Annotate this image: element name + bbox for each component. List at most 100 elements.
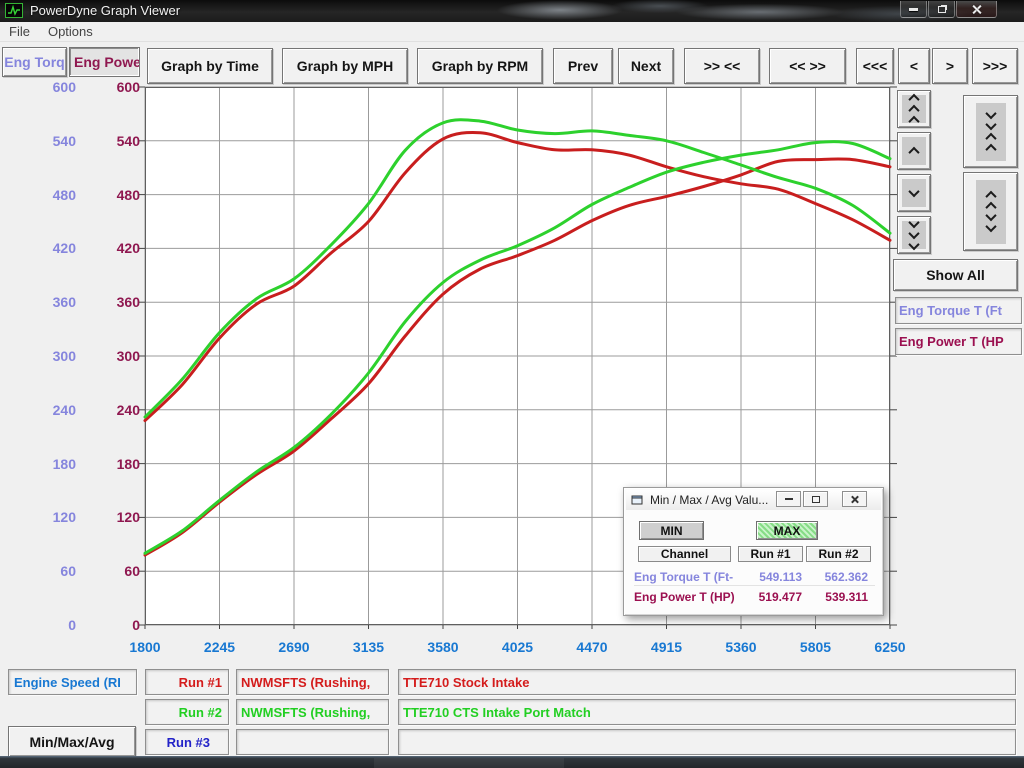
chevron-down-icon — [902, 179, 926, 207]
run2-description: TTE710 CTS Intake Port Match — [398, 699, 1016, 725]
minmax-close-button[interactable] — [842, 491, 867, 507]
minmax-row-torque: Eng Torque T (Ft- 549.113 562.362 — [634, 568, 875, 586]
run2-source: NWMSFTS (Rushing, — [236, 699, 389, 725]
x-tick-label: 4025 — [488, 639, 548, 655]
y-zoom-in-button[interactable] — [963, 95, 1018, 168]
minimize-button[interactable] — [900, 1, 927, 18]
next-button[interactable]: Next — [618, 48, 674, 84]
minmaxavg-button[interactable]: Min/Max/Avg — [8, 726, 136, 757]
y-tick-label: 420 — [92, 240, 140, 256]
legend-power-label[interactable]: Eng Power T (HP — [895, 328, 1022, 355]
y-tick-label: 600 — [10, 79, 76, 95]
prev-button[interactable]: Prev — [553, 48, 613, 84]
y-tick-label: 120 — [92, 509, 140, 525]
scroll-last-button[interactable]: >>> — [972, 48, 1018, 84]
close-button[interactable] — [956, 1, 997, 18]
minmax-power-run2-value: 539.311 — [802, 590, 868, 604]
minmax-torque-run1-value: 549.113 — [736, 570, 802, 584]
x-tick-label: 4915 — [637, 639, 697, 655]
y-scroll-down-button[interactable] — [897, 174, 931, 212]
minmax-header-channel[interactable]: Channel — [638, 546, 731, 562]
minmax-restore-button[interactable] — [803, 491, 828, 507]
y-tick-label: 120 — [10, 509, 76, 525]
scroll-first-button[interactable]: <<< — [856, 48, 894, 84]
x-tick-label: 2245 — [190, 639, 250, 655]
x-channel-label: Engine Speed (RI — [8, 669, 137, 695]
run1-source: NWMSFTS (Rushing, — [236, 669, 389, 695]
y-tick-label: 180 — [92, 456, 140, 472]
powerdyne-window: PowerDyne Graph Viewer File Options Eng … — [0, 0, 1024, 768]
minmax-power-channel: Eng Power T (HP) — [634, 590, 736, 604]
zoom-in-x-button[interactable]: >> << — [684, 48, 760, 84]
run3-label[interactable]: Run #3 — [145, 729, 229, 755]
y-scroll-up-button[interactable] — [897, 132, 931, 170]
minimize-icon — [909, 8, 918, 11]
channel-power-button[interactable]: Eng Powe — [69, 47, 140, 77]
y-tick-label: 0 — [10, 617, 76, 633]
minmax-window-title: Min / Max / Avg Valu... — [650, 493, 768, 507]
minimize-icon — [785, 498, 793, 500]
title-bar[interactable]: PowerDyne Graph Viewer — [0, 0, 1024, 22]
rpm-axis-labels: 1800224526903135358040254470491553605805… — [145, 639, 890, 657]
x-tick-label: 2690 — [264, 639, 324, 655]
run3-description — [398, 729, 1016, 755]
minmax-header-run1[interactable]: Run #1 — [738, 546, 803, 562]
triple-chevron-down-icon — [902, 221, 926, 249]
y-tick-label: 480 — [10, 187, 76, 203]
y-tick-label: 60 — [92, 563, 140, 579]
window-title: PowerDyne Graph Viewer — [30, 3, 180, 18]
menu-options[interactable]: Options — [39, 24, 102, 39]
y-tick-label: 360 — [92, 294, 140, 310]
y-scroll-top-button[interactable] — [897, 90, 931, 128]
y-tick-label: 240 — [10, 402, 76, 418]
minmax-window-icon — [631, 494, 644, 506]
scroll-right-button[interactable]: > — [932, 48, 968, 84]
minmax-row-power: Eng Power T (HP) 519.477 539.311 — [634, 588, 875, 606]
y-tick-label: 540 — [92, 133, 140, 149]
taskbar-strip — [0, 756, 1024, 768]
zoom-out-x-button[interactable]: << >> — [769, 48, 846, 84]
x-tick-label: 5805 — [786, 639, 846, 655]
graph-by-rpm-button[interactable]: Graph by RPM — [417, 48, 543, 84]
min-tab-button[interactable]: MIN — [639, 521, 704, 540]
y-tick-label: 480 — [92, 187, 140, 203]
show-all-button[interactable]: Show All — [893, 259, 1018, 291]
y-tick-label: 0 — [92, 617, 140, 633]
y-tick-label: 60 — [10, 563, 76, 579]
run1-label[interactable]: Run #1 — [145, 669, 229, 695]
minmax-minimize-button[interactable] — [776, 491, 801, 507]
close-icon — [850, 495, 859, 504]
legend-torque-label[interactable]: Eng Torque T (Ft — [895, 297, 1022, 324]
chevron-up-icon — [902, 137, 926, 165]
minmax-window: Min / Max / Avg Valu... MIN MAX Channel … — [623, 487, 884, 616]
y-tick-label: 300 — [92, 348, 140, 364]
menu-file[interactable]: File — [0, 24, 39, 39]
run2-label[interactable]: Run #2 — [145, 699, 229, 725]
restore-icon — [938, 6, 946, 13]
y-scroll-bottom-button[interactable] — [897, 216, 931, 254]
scroll-left-button[interactable]: < — [898, 48, 930, 84]
y-tick-label: 420 — [10, 240, 76, 256]
y-tick-label: 180 — [10, 456, 76, 472]
minmax-power-run1-value: 519.477 — [736, 590, 802, 604]
triple-chevron-up-icon — [902, 95, 926, 123]
x-tick-label: 1800 — [115, 639, 175, 655]
collapse-vertical-icon — [976, 103, 1006, 161]
x-tick-label: 3135 — [339, 639, 399, 655]
channel-torque-button[interactable]: Eng Torq — [2, 47, 67, 77]
graph-by-time-button[interactable]: Graph by Time — [147, 48, 273, 84]
y-tick-label: 600 — [92, 79, 140, 95]
y-zoom-out-button[interactable] — [963, 172, 1018, 251]
y-tick-label: 360 — [10, 294, 76, 310]
graph-by-mph-button[interactable]: Graph by MPH — [282, 48, 408, 84]
restore-button[interactable] — [928, 1, 955, 18]
run3-source — [236, 729, 389, 755]
expand-vertical-icon — [976, 180, 1006, 244]
minmax-header-run2[interactable]: Run #2 — [806, 546, 871, 562]
close-icon — [971, 4, 982, 15]
app-icon — [5, 3, 23, 18]
x-tick-label: 5360 — [711, 639, 771, 655]
max-tab-button[interactable]: MAX — [756, 521, 818, 540]
power-axis-labels: 600540480420360300240180120600 — [92, 87, 140, 625]
restore-icon — [812, 496, 820, 503]
